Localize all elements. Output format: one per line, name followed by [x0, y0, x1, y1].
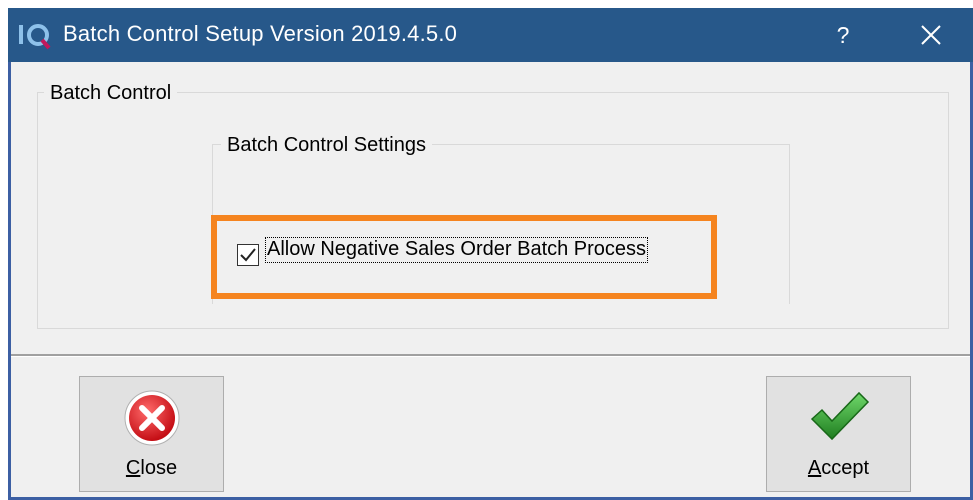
dialog-client-area: Batch Control Batch Control Settings All… [11, 62, 970, 497]
top-strip [0, 0, 973, 8]
checkmark-icon [240, 248, 256, 262]
window-title: Batch Control Setup Version 2019.4.5.0 [63, 21, 458, 46]
window-close-button[interactable] [901, 12, 961, 58]
title-bar[interactable]: Batch Control Setup Version 2019.4.5.0 ? [8, 8, 973, 62]
accept-button[interactable]: Accept [766, 376, 911, 492]
iq-app-icon [19, 24, 51, 50]
batch-control-settings-title: Batch Control Settings [221, 134, 432, 157]
close-button-label: Close [125, 457, 178, 479]
help-button[interactable]: ? [813, 12, 873, 58]
batch-control-group-title: Batch Control [44, 82, 178, 105]
close-button[interactable]: Close [79, 376, 224, 492]
allow-negative-label[interactable]: Allow Negative Sales Order Batch Process [264, 237, 649, 263]
close-x-icon [921, 25, 941, 45]
footer-separator [11, 354, 970, 357]
allow-negative-checkbox[interactable] [237, 244, 259, 266]
accept-checkmark-icon [810, 391, 869, 441]
close-red-x-icon [124, 390, 179, 446]
accept-button-label: Accept [807, 457, 870, 479]
dialog-window: Batch Control Setup Version 2019.4.5.0 ?… [8, 8, 973, 500]
